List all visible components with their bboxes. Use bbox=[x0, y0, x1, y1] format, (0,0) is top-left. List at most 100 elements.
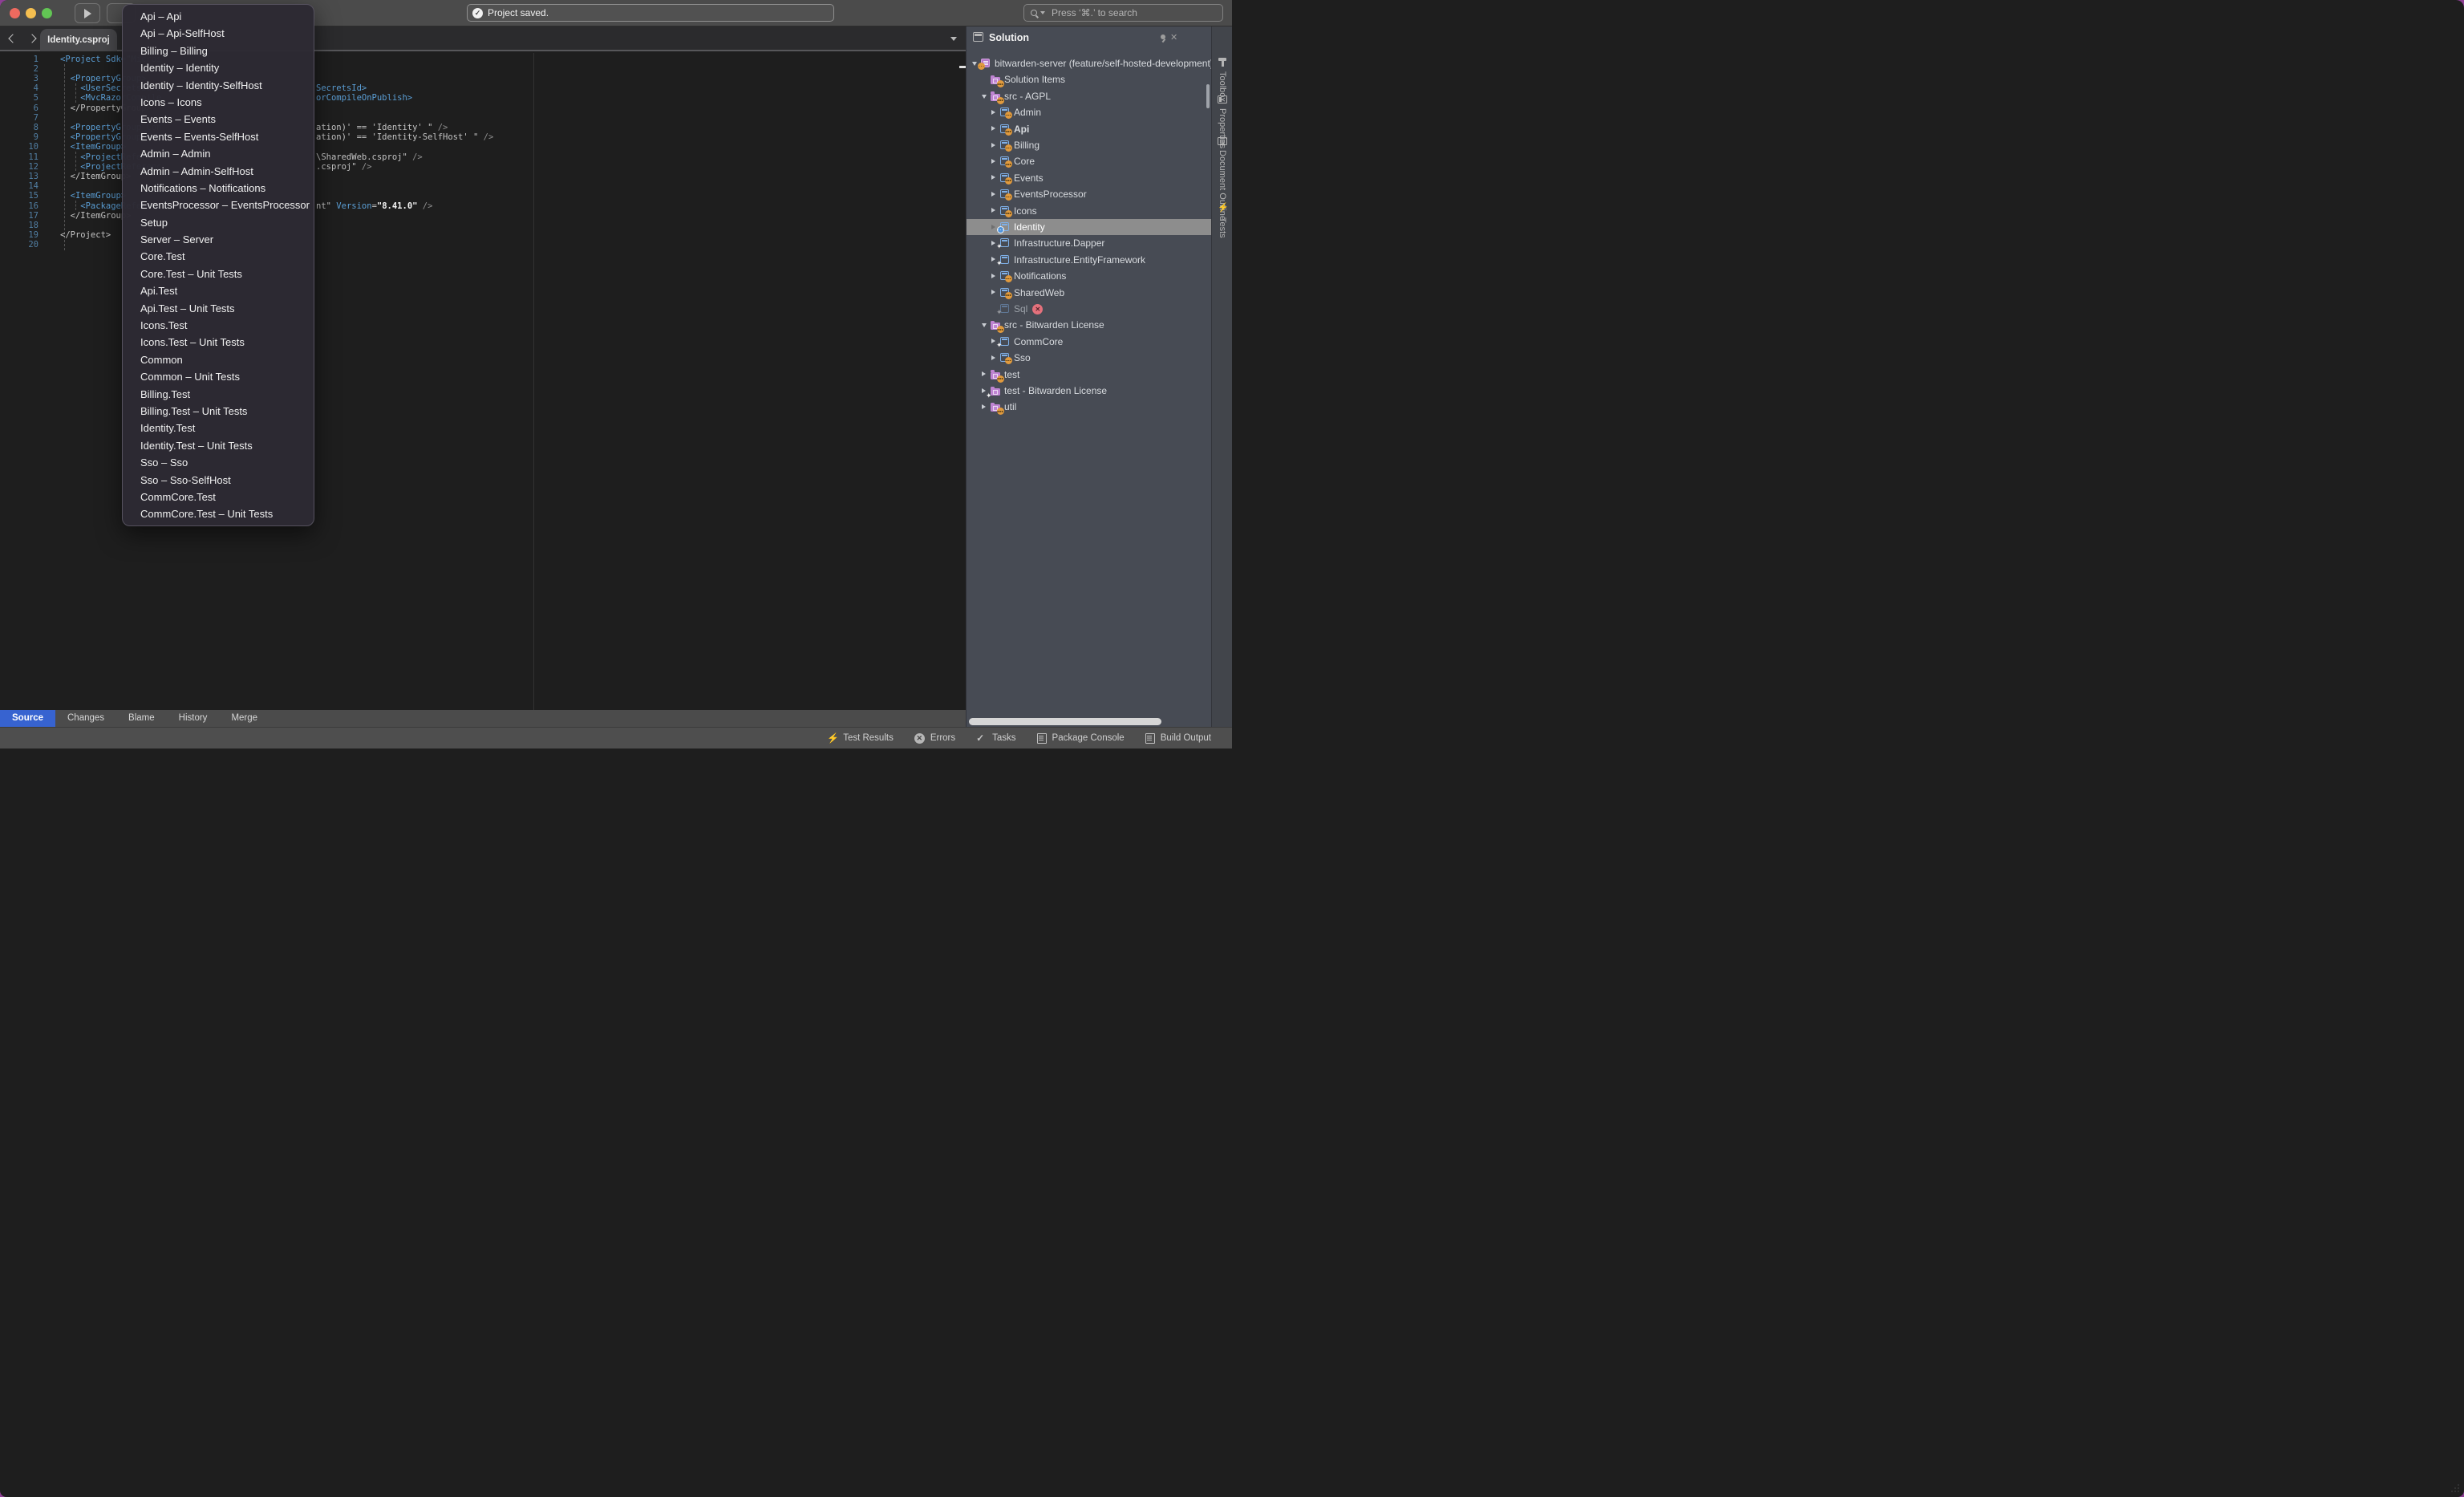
tree-item-infrastructure-entityframework[interactable]: ✦Infrastructure.EntityFramework bbox=[967, 252, 1211, 268]
chevron-expanded-icon[interactable] bbox=[982, 323, 987, 327]
tree-item-eventsprocessor[interactable]: EventsProcessor bbox=[967, 186, 1211, 202]
chevron-collapsed-icon[interactable] bbox=[991, 208, 995, 213]
chevron-collapsed-icon[interactable] bbox=[991, 126, 995, 131]
menu-item[interactable]: Sso – Sso-SelfHost bbox=[123, 472, 314, 489]
menu-item[interactable]: Icons – Icons bbox=[123, 94, 314, 111]
line-number: 2 bbox=[0, 64, 38, 74]
menu-item[interactable]: Common – Unit Tests bbox=[123, 368, 314, 385]
chevron-collapsed-icon[interactable] bbox=[991, 192, 995, 197]
menu-item[interactable]: Api.Test bbox=[123, 282, 314, 299]
tree-item-notifications[interactable]: Notifications bbox=[967, 268, 1211, 284]
horizontal-scrollbar[interactable] bbox=[969, 718, 1161, 725]
menu-item[interactable]: Events – Events bbox=[123, 111, 314, 128]
menu-item[interactable]: Icons.Test – Unit Tests bbox=[123, 334, 314, 351]
menu-item[interactable]: Identity.Test bbox=[123, 420, 314, 436]
view-tab-source[interactable]: Source bbox=[0, 710, 55, 727]
menu-item[interactable]: Api – Api bbox=[123, 8, 314, 25]
close-window-button[interactable] bbox=[10, 8, 20, 18]
status-item-tasks[interactable]: ✓Tasks bbox=[976, 733, 1015, 744]
menu-item[interactable]: Notifications – Notifications bbox=[123, 180, 314, 197]
chevron-collapsed-icon[interactable] bbox=[991, 175, 995, 180]
tree-item-sharedweb[interactable]: SharedWeb bbox=[967, 285, 1211, 301]
chevron-collapsed-icon[interactable] bbox=[982, 371, 986, 376]
badge-dots-orange-icon bbox=[997, 80, 1004, 87]
tree-item-test-bitwarden-license[interactable]: ✦test - Bitwarden License bbox=[967, 383, 1211, 399]
tree-item-icons[interactable]: Icons bbox=[967, 203, 1211, 219]
side-tab-tests[interactable]: ⚡Tests bbox=[1212, 203, 1233, 242]
status-item-build-output[interactable]: Build Output bbox=[1145, 733, 1211, 744]
menu-item[interactable]: Icons.Test bbox=[123, 317, 314, 334]
chevron-collapsed-icon[interactable] bbox=[991, 159, 995, 164]
menu-item[interactable]: Billing – Billing bbox=[123, 43, 314, 59]
tree-item-identity[interactable]: Identity bbox=[967, 219, 1211, 235]
chevron-collapsed-icon[interactable] bbox=[991, 339, 995, 343]
run-button[interactable] bbox=[75, 3, 100, 23]
tree-item-events[interactable]: Events bbox=[967, 170, 1211, 186]
chevron-collapsed-icon[interactable] bbox=[991, 110, 995, 115]
menu-item[interactable]: Billing.Test bbox=[123, 386, 314, 403]
tree-item-src-agpl[interactable]: src - AGPL bbox=[967, 88, 1211, 104]
menu-item[interactable]: Identity – Identity-SelfHost bbox=[123, 77, 314, 94]
back-icon[interactable] bbox=[8, 34, 17, 43]
menu-item[interactable]: Identity – Identity bbox=[123, 59, 314, 76]
tree-item-api[interactable]: Api bbox=[967, 121, 1211, 137]
chevron-collapsed-icon[interactable] bbox=[991, 143, 995, 148]
menu-item[interactable]: Setup bbox=[123, 214, 314, 231]
tree-item-infrastructure-dapper[interactable]: ✦Infrastructure.Dapper bbox=[967, 235, 1211, 251]
chevron-expanded-icon[interactable] bbox=[972, 62, 977, 66]
tree-item-src-bitwarden-license[interactable]: src - Bitwarden License bbox=[967, 317, 1211, 333]
view-tab-blame[interactable]: Blame bbox=[116, 710, 167, 727]
menu-item[interactable]: CommCore.Test bbox=[123, 489, 314, 505]
menu-item[interactable]: Admin – Admin bbox=[123, 145, 314, 162]
chevron-expanded-icon[interactable] bbox=[982, 95, 987, 99]
tree-item-sql[interactable]: ✦Sql✕ bbox=[967, 301, 1211, 317]
menu-item[interactable]: Sso – Sso bbox=[123, 454, 314, 471]
chevron-collapsed-icon[interactable] bbox=[991, 257, 995, 262]
menu-item[interactable]: Api – Api-SelfHost bbox=[123, 25, 314, 42]
menu-item[interactable]: Server – Server bbox=[123, 231, 314, 248]
menu-item[interactable]: Identity.Test – Unit Tests bbox=[123, 437, 314, 454]
tree-item-core[interactable]: Core bbox=[967, 153, 1211, 169]
menu-item[interactable]: EventsProcessor – EventsProcessor bbox=[123, 197, 314, 213]
menu-item[interactable]: Core.Test bbox=[123, 248, 314, 265]
vertical-scrollbar[interactable] bbox=[1206, 84, 1210, 108]
tab-overflow-icon[interactable] bbox=[950, 37, 957, 41]
tree-item-sso[interactable]: Sso bbox=[967, 350, 1211, 366]
view-tab-merge[interactable]: Merge bbox=[219, 710, 270, 727]
menu-item[interactable]: Core.Test – Unit Tests bbox=[123, 266, 314, 282]
forward-icon[interactable] bbox=[27, 34, 36, 43]
chevron-collapsed-icon[interactable] bbox=[991, 274, 995, 278]
tree-item-bitwarden-server-feature-self-hosted-development[interactable]: bitwarden-server (feature/self-hosted-de… bbox=[967, 55, 1211, 71]
menu-item[interactable]: Admin – Admin-SelfHost bbox=[123, 163, 314, 180]
resize-grip[interactable] bbox=[2450, 1483, 2461, 1494]
status-item-errors[interactable]: ✕Errors bbox=[914, 733, 955, 744]
menu-item[interactable]: Events – Events-SelfHost bbox=[123, 128, 314, 145]
menu-item[interactable]: CommCore.Test – Unit Tests bbox=[123, 505, 314, 522]
tree-item-test[interactable]: test bbox=[967, 367, 1211, 383]
ide-window: ✓ Project saved. Press ‘⌘.’ to search Id… bbox=[0, 0, 2464, 1497]
menu-item[interactable]: Api.Test – Unit Tests bbox=[123, 300, 314, 317]
chevron-collapsed-icon[interactable] bbox=[991, 225, 995, 229]
minimize-window-button[interactable] bbox=[26, 8, 36, 18]
code-text: </Project> bbox=[60, 230, 111, 240]
search-input[interactable]: Press ‘⌘.’ to search bbox=[1023, 4, 1223, 22]
status-item-test-results[interactable]: ⚡Test Results bbox=[827, 733, 894, 744]
tree-item-admin[interactable]: Admin bbox=[967, 104, 1211, 120]
tree-item-commcore[interactable]: ✦CommCore bbox=[967, 334, 1211, 350]
menu-item[interactable]: Billing.Test – Unit Tests bbox=[123, 403, 314, 420]
chevron-collapsed-icon[interactable] bbox=[991, 290, 995, 294]
chevron-collapsed-icon[interactable] bbox=[991, 241, 995, 245]
tree-item-solution-items[interactable]: Solution Items bbox=[967, 71, 1211, 87]
view-tab-changes[interactable]: Changes bbox=[55, 710, 116, 727]
document-tab[interactable]: Identity.csproj bbox=[40, 29, 117, 51]
zoom-window-button[interactable] bbox=[42, 8, 52, 18]
status-item-package-console[interactable]: Package Console bbox=[1037, 733, 1125, 744]
chevron-collapsed-icon[interactable] bbox=[982, 404, 986, 409]
tree-item-text: test bbox=[1004, 369, 1019, 380]
tree-item-util[interactable]: util bbox=[967, 399, 1211, 415]
tree-item-billing[interactable]: Billing bbox=[967, 137, 1211, 153]
menu-item[interactable]: Common bbox=[123, 351, 314, 368]
view-tab-history[interactable]: History bbox=[167, 710, 220, 727]
chevron-collapsed-icon[interactable] bbox=[991, 355, 995, 360]
tree-item-label: Icons bbox=[1014, 205, 1037, 217]
